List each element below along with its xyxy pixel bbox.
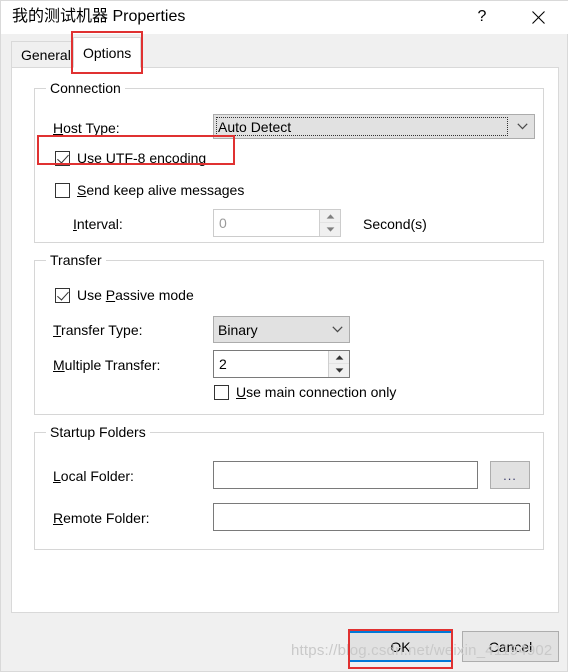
- local-folder-browse-button[interactable]: ...: [490, 461, 530, 489]
- use-main-connection-label: Use main connection only: [236, 384, 396, 400]
- tab-options-label: Options: [83, 44, 132, 61]
- use-passive-mode-label-post: assive mode: [115, 287, 194, 303]
- send-keep-alive-checkbox-row[interactable]: Send keep alive messages: [55, 182, 244, 198]
- local-folder-label-mnemonic: L: [53, 468, 61, 484]
- host-type-label-mnemonic: H: [53, 120, 64, 136]
- transfer-type-combobox[interactable]: Binary: [213, 316, 350, 343]
- use-utf8-label-post: ncoding: [157, 150, 207, 166]
- connection-group-title: Connection: [46, 80, 125, 96]
- multiple-transfer-label-mnemonic: M: [53, 357, 65, 373]
- send-keep-alive-label: Send keep alive messages: [77, 182, 244, 198]
- use-main-connection-label-mnemonic: U: [236, 384, 247, 400]
- remote-folder-value: [214, 504, 529, 509]
- use-utf8-label: Use UTF-8 encoding: [77, 150, 206, 166]
- use-passive-mode-checkbox-row[interactable]: Use Passive mode: [55, 287, 194, 303]
- chevron-down-icon: [325, 326, 349, 333]
- multiple-transfer-spinner[interactable]: 2: [213, 350, 350, 378]
- transfer-group: Transfer Use Passive mode Transfer Type:…: [34, 252, 544, 415]
- window-title: 我的测试机器 Properties: [12, 8, 186, 25]
- interval-spin-down-icon[interactable]: [320, 223, 340, 236]
- tab-general-label: General: [21, 46, 71, 63]
- use-utf8-checkbox[interactable]: [55, 150, 70, 166]
- interval-unit-label: Second(s): [363, 216, 427, 232]
- transfer-type-label-post: ransfer Type:: [61, 322, 143, 338]
- tab-strip: General Options: [11, 37, 559, 68]
- multiple-transfer-value[interactable]: 2: [214, 351, 328, 377]
- interval-label-post: nterval:: [76, 216, 123, 232]
- use-passive-mode-label-pre: Use: [77, 287, 106, 303]
- use-utf8-label-pre: Use UTF-8: [77, 150, 150, 166]
- watermark-text: https://blog.csdn.net/weixin_41194902: [291, 642, 553, 659]
- properties-dialog: 我的测试机器 Properties ? General Options Conn…: [0, 0, 568, 672]
- send-keep-alive-label-post: end keep alive messages: [86, 182, 245, 198]
- send-keep-alive-checkbox[interactable]: [55, 182, 70, 198]
- transfer-type-label: Transfer Type:: [53, 321, 143, 339]
- use-main-connection-checkbox-row[interactable]: Use main connection only: [214, 384, 396, 400]
- use-passive-mode-label: Use Passive mode: [77, 287, 194, 303]
- interval-value[interactable]: 0: [214, 210, 319, 236]
- tab-options[interactable]: Options: [73, 37, 142, 68]
- options-tab-page: Connection Host Type: Auto Detect Use UT…: [11, 67, 559, 613]
- host-type-combobox[interactable]: Auto Detect: [213, 114, 535, 139]
- question-mark-icon: ?: [477, 8, 487, 25]
- title-bar: 我的测试机器 Properties ?: [1, 1, 568, 34]
- multiple-transfer-label-post: ultiple Transfer:: [64, 357, 161, 373]
- remote-folder-label-post: emote Folder:: [63, 510, 150, 526]
- interval-spinner[interactable]: 0: [213, 209, 341, 237]
- host-type-label: Host Type:: [53, 119, 120, 137]
- remote-folder-input[interactable]: [213, 503, 530, 531]
- host-type-label-rest: ost Type:: [63, 120, 120, 136]
- chevron-down-icon: [510, 123, 534, 130]
- remote-folder-label-mnemonic: R: [53, 510, 64, 526]
- use-utf8-checkbox-row[interactable]: Use UTF-8 encoding: [55, 150, 206, 166]
- use-passive-mode-checkbox[interactable]: [55, 287, 70, 303]
- remote-folder-label: Remote Folder:: [53, 509, 150, 527]
- use-utf8-label-mnemonic: e: [149, 150, 158, 166]
- local-folder-label-post: ocal Folder:: [60, 468, 134, 484]
- multiple-transfer-spinner-buttons[interactable]: [328, 351, 349, 377]
- multiple-transfer-label: Multiple Transfer:: [53, 356, 160, 374]
- multiple-transfer-spin-up-icon[interactable]: [329, 351, 349, 364]
- local-folder-label: Local Folder:: [53, 467, 134, 485]
- multiple-transfer-spin-down-icon[interactable]: [329, 364, 349, 377]
- interval-spin-up-icon[interactable]: [320, 210, 340, 223]
- startup-folders-group: Startup Folders Local Folder: ... Remote…: [34, 424, 544, 550]
- tab-general[interactable]: General: [11, 41, 81, 67]
- interval-label: Interval:: [73, 215, 123, 233]
- transfer-group-title: Transfer: [46, 252, 106, 268]
- send-keep-alive-label-mnemonic: S: [77, 182, 87, 198]
- connection-group: Connection Host Type: Auto Detect Use UT…: [34, 80, 544, 243]
- transfer-type-value: Binary: [218, 321, 258, 338]
- use-passive-mode-label-mnemonic: P: [105, 287, 116, 303]
- startup-folders-group-title: Startup Folders: [46, 424, 150, 440]
- help-button[interactable]: ?: [459, 1, 505, 33]
- local-folder-input[interactable]: [213, 461, 478, 489]
- interval-spinner-buttons[interactable]: [319, 210, 340, 236]
- use-main-connection-checkbox[interactable]: [214, 384, 229, 400]
- close-icon: [531, 10, 545, 24]
- local-folder-value: [214, 462, 477, 467]
- ellipsis-icon: ...: [503, 467, 517, 483]
- host-type-value: Auto Detect: [218, 118, 292, 135]
- close-button[interactable]: [515, 1, 561, 33]
- transfer-type-label-mnemonic: T: [53, 322, 62, 338]
- use-main-connection-label-post: se main connection only: [246, 384, 397, 400]
